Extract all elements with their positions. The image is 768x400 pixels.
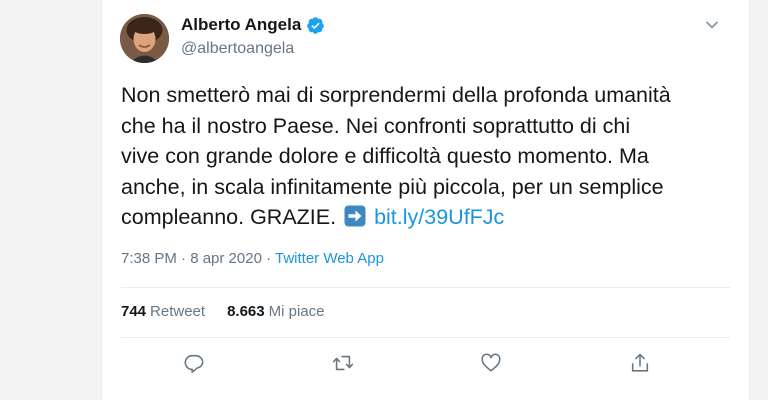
like-stat[interactable]: 8.663 Mi piace — [227, 303, 324, 320]
tweet-card: Alberto Angela @albertoangela Non smette… — [101, 0, 750, 400]
like-label: Mi piace — [268, 303, 325, 320]
tweet-meta: 7:38 PM · 8 apr 2020 · Twitter Web App — [121, 250, 384, 267]
tweet-timestamp[interactable]: 7:38 PM · 8 apr 2020 · — [121, 250, 275, 267]
tweet-line: Non smetterò mai di sorprendermi della p… — [121, 83, 671, 107]
tweet-source[interactable]: Twitter Web App — [275, 250, 384, 267]
divider — [121, 287, 730, 288]
tweet-link[interactable]: bit.ly/39UfFJc — [374, 205, 504, 229]
divider — [121, 337, 730, 338]
tweet-line: compleanno. GRAZIE. — [121, 205, 337, 229]
display-name[interactable]: Alberto Angela — [181, 15, 301, 35]
chevron-down-icon[interactable] — [705, 18, 719, 32]
tweet-line: anche, in scala infinitamente più piccol… — [121, 174, 664, 199]
reply-icon[interactable] — [183, 352, 205, 374]
tweet-stats: 744 Retweet 8.663 Mi piace — [121, 303, 324, 320]
verified-badge-icon — [307, 16, 325, 34]
tweet-line-last: compleanno. GRAZIE. bit.ly/39UfFJc — [121, 202, 731, 233]
arrow-right-emoji-icon — [344, 205, 366, 227]
user-handle[interactable]: @albertoangela — [181, 40, 294, 58]
tweet-text: Non smetterò mai di sorprendermi della p… — [121, 80, 731, 233]
avatar[interactable] — [120, 14, 169, 63]
action-bar — [102, 348, 749, 378]
heart-icon[interactable] — [480, 352, 502, 374]
retweet-label: Retweet — [150, 303, 206, 320]
tweet-line: che ha il nostro Paese. Nei confronti so… — [121, 113, 631, 138]
share-icon[interactable] — [629, 352, 651, 374]
retweet-stat[interactable]: 744 Retweet — [121, 303, 205, 320]
tweet-line: vive con grande dolore e difficoltà ques… — [121, 144, 649, 168]
like-count: 8.663 — [227, 303, 265, 320]
retweet-count: 744 — [121, 303, 147, 320]
retweet-icon[interactable] — [332, 352, 354, 374]
